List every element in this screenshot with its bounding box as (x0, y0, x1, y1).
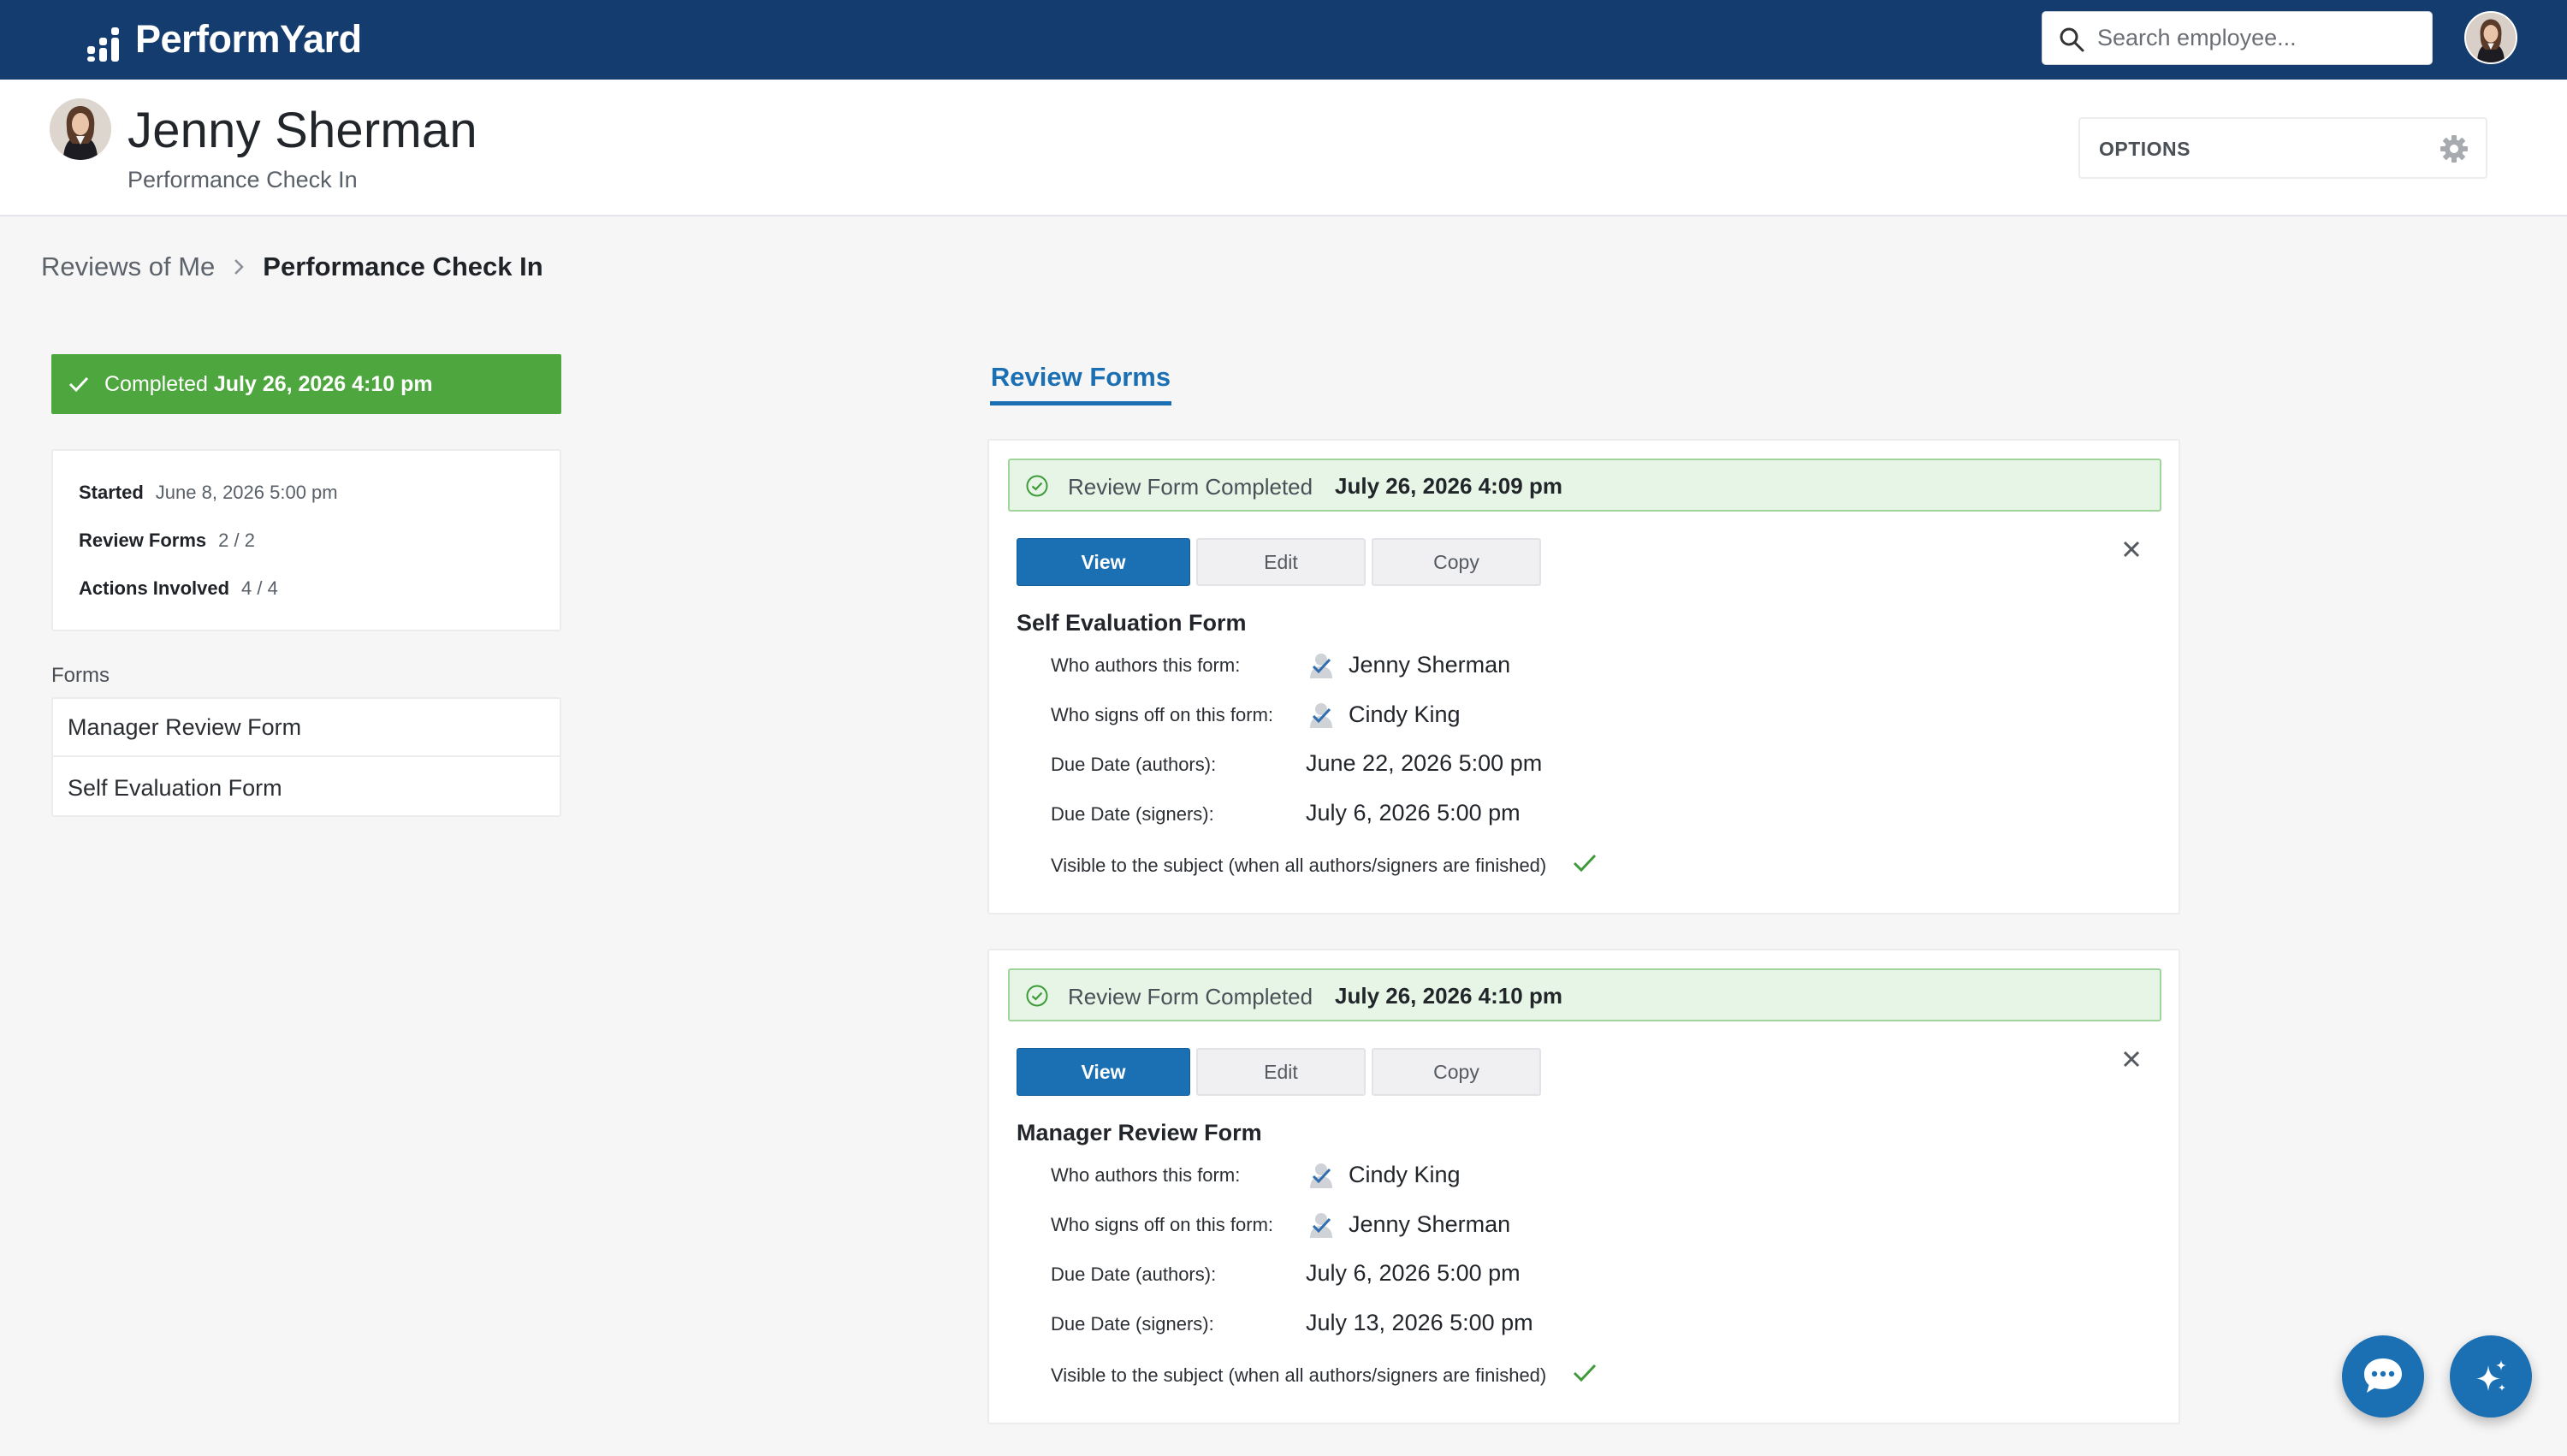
stat-review-forms-value: 2 / 2 (218, 530, 255, 551)
due-authors-value: July 6, 2026 5:00 pm (1306, 1260, 1521, 1286)
form-status-bar: Review Form Completed July 26, 2026 4:09… (1008, 459, 2161, 512)
completed-label: Completed (104, 371, 208, 396)
person-check-icon (1310, 1213, 1332, 1238)
authors-value: Jenny Sherman (1306, 649, 1510, 680)
options-label: OPTIONS (2099, 138, 2191, 160)
due-signers-label: Due Date (signers): (1051, 1313, 1214, 1335)
logo-text: PerformYard (135, 17, 362, 61)
employee-name: Jenny Sherman (127, 103, 477, 158)
tab-review-forms[interactable]: Review Forms (990, 352, 1171, 405)
ai-assistant-button[interactable] (2450, 1335, 2532, 1418)
form-status-date: July 26, 2026 4:10 pm (1335, 983, 1562, 1009)
top-nav-bar: PerformYard (0, 0, 2567, 80)
performyard-logo[interactable]: PerformYard (86, 17, 362, 62)
form-status-text: Review Form Completed (1068, 984, 1313, 1009)
visible-to-subject-label: Visible to the subject (when all authors… (1051, 855, 1547, 876)
form-title: Manager Review Form (1017, 1120, 1262, 1145)
view-button[interactable]: View (1017, 538, 1190, 586)
form-status-bar: Review Form Completed July 26, 2026 4:10… (1008, 968, 2161, 1021)
copy-button[interactable]: Copy (1372, 538, 1541, 586)
authors-name: Cindy King (1349, 1161, 1461, 1187)
due-signers-label: Due Date (signers): (1051, 803, 1214, 825)
options-button[interactable]: OPTIONS (2078, 117, 2487, 179)
breadcrumb: Reviews of Me Performance Check In (41, 250, 543, 284)
chat-icon (2364, 1358, 2402, 1393)
profile-photo (50, 98, 111, 160)
due-signers-value: July 6, 2026 5:00 pm (1306, 800, 1521, 826)
form-title: Self Evaluation Form (1017, 610, 1247, 636)
sparkle-icon (2476, 1360, 2506, 1391)
chevron-right-icon (234, 259, 245, 275)
tab-review-forms-label: Review Forms (990, 361, 1171, 392)
signers-name: Cindy King (1349, 701, 1461, 727)
signers-value: Jenny Sherman (1306, 1209, 1510, 1240)
forms-list: Manager Review Form Self Evaluation Form (51, 697, 561, 817)
copy-button[interactable]: Copy (1372, 1048, 1541, 1096)
user-avatar[interactable] (2464, 11, 2517, 64)
breadcrumb-current: Performance Check In (263, 252, 543, 281)
review-summary-panel: Started June 8, 2026 5:00 pm Review Forms… (51, 449, 561, 631)
form-status-text: Review Form Completed (1068, 474, 1313, 500)
person-check-icon (1310, 654, 1332, 678)
chat-button[interactable] (2342, 1335, 2424, 1418)
due-authors-label: Due Date (authors): (1051, 1264, 1217, 1285)
close-icon[interactable] (2117, 535, 2146, 564)
check-circle-icon (1026, 985, 1048, 1007)
person-check-icon (1310, 1163, 1332, 1188)
gear-icon (2440, 135, 2468, 163)
completed-banner: Completed July 26, 2026 4:10 pm (51, 354, 561, 414)
signers-label: Who signs off on this form: (1051, 1214, 1274, 1235)
review-form-card: Review Form Completed July 26, 2026 4:10… (987, 949, 2180, 1424)
forms-list-item-self-evaluation[interactable]: Self Evaluation Form (53, 759, 560, 817)
search-input[interactable] (2097, 12, 2422, 64)
stat-actions-value: 4 / 4 (241, 577, 278, 599)
review-form-card: Review Form Completed July 26, 2026 4:09… (987, 439, 2180, 914)
view-button[interactable]: View (1017, 1048, 1190, 1096)
visible-to-subject-label: Visible to the subject (when all authors… (1051, 1364, 1547, 1386)
due-signers-value: July 13, 2026 5:00 pm (1306, 1310, 1533, 1335)
check-icon (68, 376, 89, 393)
breadcrumb-reviews-of-me[interactable]: Reviews of Me (41, 252, 215, 282)
authors-label: Who authors this form: (1051, 1164, 1241, 1186)
authors-value: Cindy King (1306, 1159, 1461, 1190)
forms-list-item-manager-review[interactable]: Manager Review Form (53, 699, 560, 757)
authors-name: Jenny Sherman (1349, 651, 1511, 678)
due-authors-value: June 22, 2026 5:00 pm (1306, 750, 1543, 776)
form-status-date: July 26, 2026 4:09 pm (1335, 473, 1562, 499)
check-icon (1573, 854, 1597, 873)
completed-date: July 26, 2026 4:10 pm (213, 371, 433, 396)
stat-actions-label: Actions Involved (79, 577, 230, 599)
due-authors-label: Due Date (authors): (1051, 754, 1217, 775)
stat-review-forms-label: Review Forms (79, 530, 207, 551)
stat-started-label: Started (79, 482, 144, 503)
check-icon (1573, 1364, 1597, 1382)
review-cycle-name: Performance Check In (127, 167, 358, 192)
stat-review-forms: Review Forms 2 / 2 (79, 530, 255, 552)
signers-value: Cindy King (1306, 699, 1461, 730)
signers-name: Jenny Sherman (1349, 1210, 1511, 1237)
avatar-photo (2466, 13, 2516, 62)
stat-actions-involved: Actions Involved 4 / 4 (79, 577, 278, 600)
signers-label: Who signs off on this form: (1051, 704, 1274, 725)
person-check-icon (1310, 703, 1332, 728)
search-icon (2060, 27, 2084, 52)
edit-button[interactable]: Edit (1196, 538, 1366, 586)
authors-label: Who authors this form: (1051, 654, 1241, 676)
close-icon[interactable] (2117, 1045, 2146, 1074)
stat-started-value: June 8, 2026 5:00 pm (155, 482, 338, 503)
stat-started: Started June 8, 2026 5:00 pm (79, 482, 338, 504)
logo-mark-icon (86, 17, 128, 62)
profile-header: Jenny Sherman Performance Check In OPTIO… (0, 80, 2567, 216)
profile-avatar (50, 98, 111, 160)
employee-search[interactable] (2042, 11, 2433, 65)
forms-heading: Forms (51, 664, 110, 687)
edit-button[interactable]: Edit (1196, 1048, 1366, 1096)
completed-status: Completed July 26, 2026 4:10 pm (104, 372, 433, 397)
check-circle-icon (1026, 475, 1048, 497)
